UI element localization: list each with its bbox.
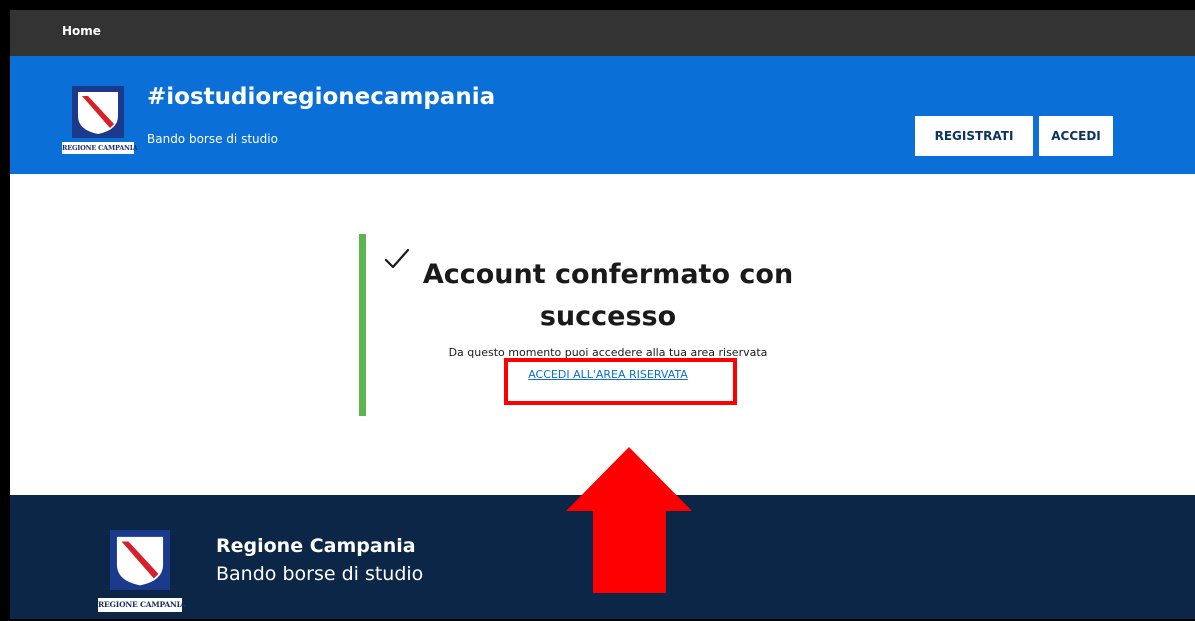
site-title: #iostudioregionecampania: [147, 84, 496, 110]
annotation-arrow-up: [566, 447, 692, 593]
footer-logo-caption: REGIONE CAMPANIA: [98, 598, 186, 612]
footer-regione-campania-logo: REGIONE CAMPANIA: [98, 530, 198, 618]
coat-of-arms-icon: [72, 86, 124, 138]
site-subtitle: Bando borse di studio: [147, 132, 278, 146]
home-link[interactable]: Home: [62, 24, 101, 38]
register-button[interactable]: REGISTRATI: [915, 116, 1033, 156]
logo-caption: REGIONE CAMPANIA: [62, 142, 138, 154]
top-navbar: Home: [10, 10, 1195, 56]
footer-name: Regione Campania: [216, 535, 416, 557]
annotation-highlight-box: [504, 358, 737, 405]
regione-campania-logo[interactable]: REGIONE CAMPANIA: [62, 86, 138, 156]
footer-subtitle: Bando borse di studio: [216, 563, 424, 585]
browser-viewport: Home REGIONE CAMPANIA #iostudioregioneca…: [10, 10, 1195, 619]
login-button[interactable]: ACCEDI: [1039, 116, 1113, 156]
footer-coat-of-arms-icon: [110, 530, 170, 590]
success-accent-bar: [359, 234, 366, 416]
checkmark-icon: [384, 248, 410, 269]
site-header: REGIONE CAMPANIA #iostudioregionecampani…: [10, 56, 1195, 174]
confirmation-heading: Account confermato con successo: [422, 259, 794, 332]
